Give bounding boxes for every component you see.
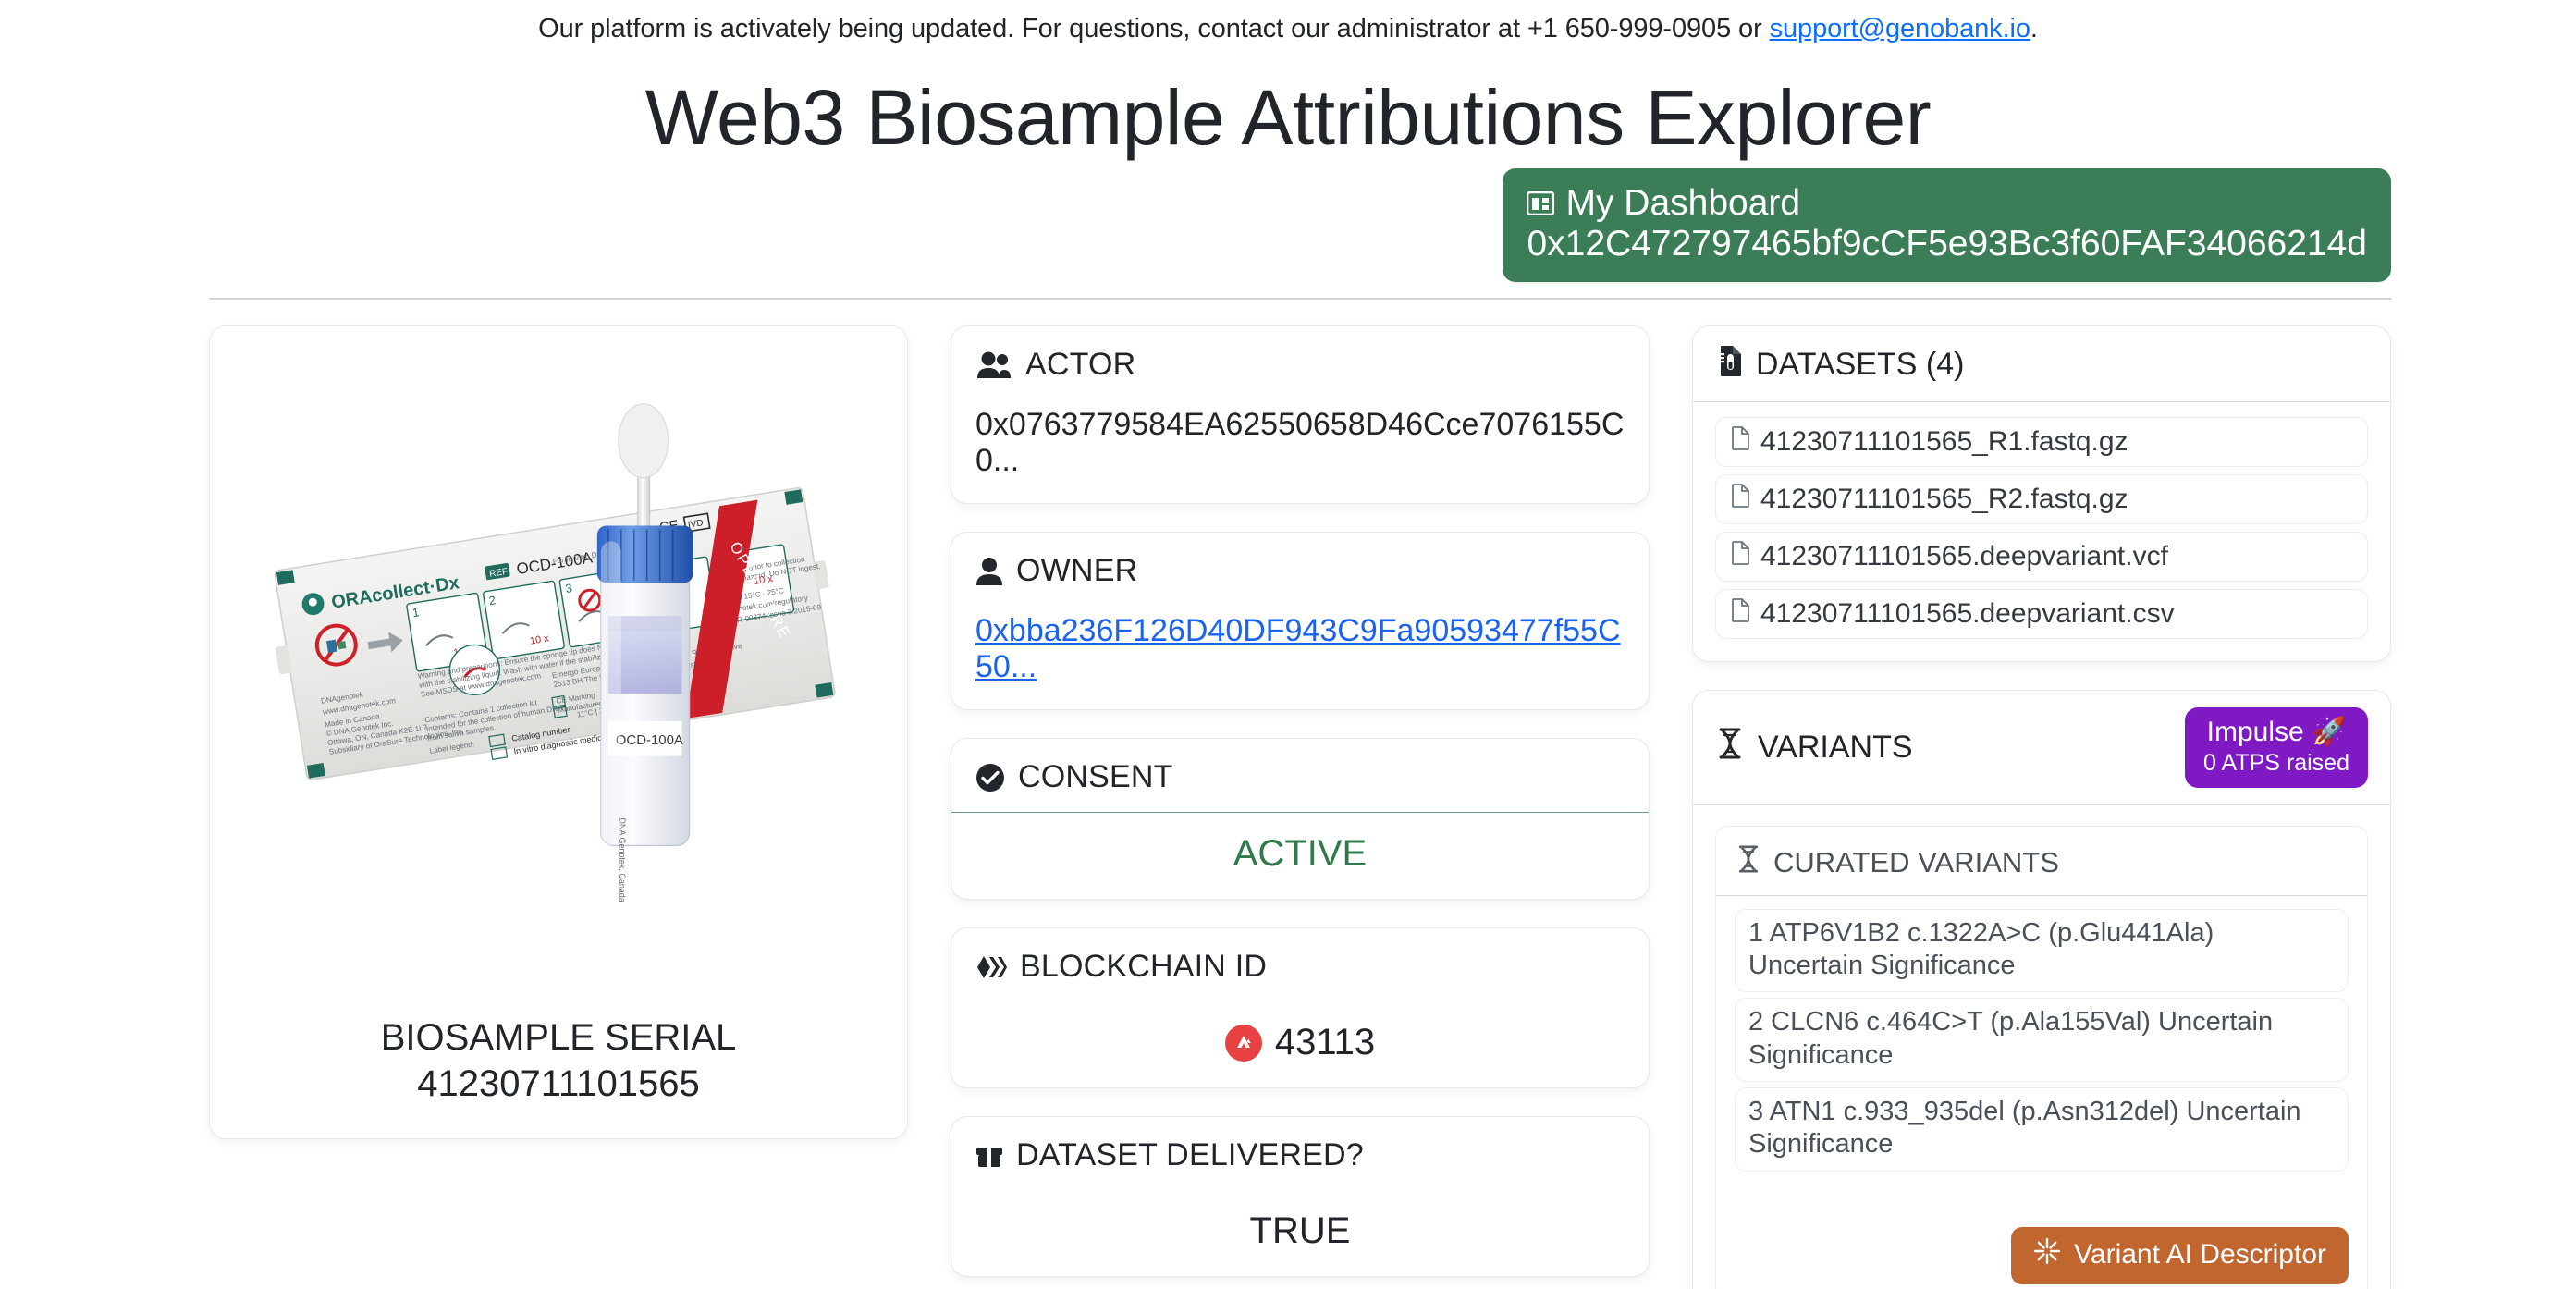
dashboard-wallet-address: 0x12C472797465bf9cCF5e93Bc3f60FAF3406621… [1527, 223, 2367, 264]
dataset-file-name: 41230711101565_R2.fastq.gz [1760, 484, 2128, 514]
list-item[interactable]: 41230711101565.deepvariant.vcf [1715, 532, 2368, 582]
blockchain-header: BLOCKCHAIN ID [951, 928, 1649, 1001]
dataset-delivered-card: DATASET DELIVERED? TRUE [951, 1116, 1650, 1277]
variants-header: VARIANTS Impulse 🚀 0 ATPS raised [1693, 691, 2390, 804]
variant-ai-descriptor-label: Variant AI Descriptor [2074, 1238, 2326, 1270]
file-vial-icon [1717, 345, 1743, 385]
delivered-label: DATASET DELIVERED? [1016, 1137, 1364, 1172]
dataset-file-name: 41230711101565.deepvariant.vcf [1760, 541, 2168, 571]
list-item[interactable]: 41230711101565.deepvariant.csv [1715, 589, 2368, 639]
impulse-sub: 0 ATPS raised [2203, 749, 2349, 776]
datasets-variants-column: DATASETS (4) 41230711101565_R1.fastq.gz [1692, 325, 2391, 1289]
box-icon [975, 1142, 1003, 1170]
list-item[interactable]: 41230711101565_R2.fastq.gz [1715, 474, 2368, 524]
dashboard-button-label: My Dashboard [1565, 183, 1801, 223]
datasets-title: DATASETS (4) [1756, 347, 1965, 382]
dna-icon [1736, 844, 1760, 880]
owner-label: OWNER [1016, 553, 1138, 588]
curated-variants-title: CURATED VARIANTS [1773, 845, 2059, 878]
delivered-value: TRUE [1249, 1210, 1351, 1251]
actor-header: ACTOR [951, 326, 1649, 399]
variant-ai-descriptor-button[interactable]: Variant AI Descriptor [2011, 1226, 2349, 1284]
actor-card: ACTOR 0x0763779584EA62550658D46Cce707615… [951, 325, 1650, 504]
file-icon [1731, 598, 1749, 630]
biosample-card: ORAcollect·Dx REF OCD-100A 1 2 3 10 x 10… [209, 325, 908, 1139]
sparkle-icon [2033, 1237, 2061, 1272]
curated-variants-card: CURATED VARIANTS 1 ATP6V1B2 c.1322A>C (p… [1715, 825, 2368, 1289]
owner-address-link[interactable]: 0xbba236F126D40DF943C9Fa90593477f55C50..… [975, 613, 1621, 684]
delivered-value-wrap: TRUE [951, 1190, 1649, 1276]
my-dashboard-button[interactable]: My Dashboard 0x12C472797465bf9cCF5e93Bc3… [1503, 168, 2391, 283]
page-title: Web3 Biosample Attributions Explorer [644, 73, 1932, 161]
list-item[interactable]: 3 ATN1 c.933_935del (p.Asn312del) Uncert… [1735, 1087, 2349, 1172]
datasets-panel: DATASETS (4) 41230711101565_R1.fastq.gz [1692, 325, 2391, 662]
dna-icon [1717, 728, 1743, 767]
attributes-column: ACTOR 0x0763779584EA62550658D46Cce707615… [951, 325, 1650, 1277]
impulse-badge-button[interactable]: Impulse 🚀 0 ATPS raised [2185, 707, 2368, 788]
actor-label: ACTOR [1025, 347, 1136, 382]
owner-header: OWNER [951, 533, 1649, 606]
blockchain-value-wrap: 43113 [951, 1001, 1649, 1087]
actor-value: 0x0763779584EA62550658D46Cce7076155C0... [975, 407, 1625, 478]
curated-variants-header: CURATED VARIANTS [1716, 827, 2367, 895]
check-circle-icon [975, 763, 1005, 792]
blockchain-id-card: BLOCKCHAIN ID 43113 [951, 927, 1650, 1088]
list-item[interactable]: 1 ATP6V1B2 c.1322A>C (p.Glu441Ala) Uncer… [1735, 908, 2349, 993]
banner-text-before: Our platform is activately being updated… [538, 14, 1770, 43]
curated-variants-wrap: CURATED VARIANTS 1 ATP6V1B2 c.1322A>C (p… [1693, 805, 2390, 1289]
owner-value-wrap: 0xbba236F126D40DF943C9Fa90593477f55C50..… [951, 606, 1649, 709]
consent-header: CONSENT [951, 739, 1649, 812]
ai-button-row: Variant AI Descriptor [1716, 1190, 2367, 1289]
main-columns: ORAcollect·Dx REF OCD-100A 1 2 3 10 x 10… [209, 325, 2391, 1289]
svg-text:OCD-100A: OCD-100A [616, 732, 683, 748]
header-divider [209, 298, 2391, 300]
dataset-file-name: 41230711101565.deepvariant.csv [1760, 598, 2175, 629]
consent-status-value: ACTIVE [1233, 833, 1368, 874]
blockchain-label: BLOCKCHAIN ID [1020, 949, 1268, 984]
blockchain-chevrons-icon [975, 953, 1007, 981]
banner-text-after: . [2030, 14, 2038, 43]
datasets-header: DATASETS (4) [1693, 326, 2390, 401]
list-item[interactable]: 41230711101565_R1.fastq.gz [1715, 417, 2368, 467]
file-icon [1731, 484, 1749, 515]
consent-divider [951, 812, 1649, 813]
page-root: Our platform is activately being updated… [0, 0, 2576, 1289]
owner-card: OWNER 0xbba236F126D40DF943C9Fa90593477f5… [951, 532, 1650, 710]
biosample-serial-label: BIOSAMPLE SERIAL [380, 1017, 737, 1058]
dataset-file-name: 41230711101565_R1.fastq.gz [1760, 426, 2128, 457]
curated-variants-list: 1 ATP6V1B2 c.1322A>C (p.Glu441Ala) Uncer… [1716, 896, 2367, 1190]
variants-title: VARIANTS [1758, 729, 1913, 765]
avalanche-icon [1224, 1024, 1262, 1062]
user-icon [975, 557, 1003, 586]
biosample-kit-image: ORAcollect·Dx REF OCD-100A 1 2 3 10 x 10… [236, 352, 881, 944]
support-email-link[interactable]: support@genobank.io [1770, 14, 2030, 43]
delivered-header: DATASET DELIVERED? [951, 1117, 1649, 1190]
file-icon [1731, 541, 1749, 572]
consent-value-wrap: ACTIVE [951, 813, 1649, 899]
blockchain-id-value: 43113 [1274, 1022, 1376, 1062]
impulse-label: Impulse 🚀 [2206, 717, 2347, 747]
consent-card: CONSENT ACTIVE [951, 738, 1650, 900]
datasets-list: 41230711101565_R1.fastq.gz 4123071110156… [1693, 402, 2390, 661]
consent-label: CONSENT [1018, 759, 1173, 794]
announcement-banner: Our platform is activately being updated… [0, 0, 2576, 45]
dashboard-grid-icon [1527, 190, 1555, 215]
biosample-column: ORAcollect·Dx REF OCD-100A 1 2 3 10 x 10… [209, 325, 908, 1139]
dashboard-button-row: My Dashboard 0x12C472797465bf9cCF5e93Bc3… [0, 168, 2391, 283]
file-icon [1731, 426, 1749, 458]
users-icon [975, 350, 1012, 380]
biosample-serial-value: 41230711101565 [417, 1063, 700, 1104]
variants-panel: VARIANTS Impulse 🚀 0 ATPS raised CURATED… [1692, 690, 2391, 1289]
list-item[interactable]: 2 CLCN6 c.464C>T (p.Ala155Val) Uncertain… [1735, 998, 2349, 1082]
